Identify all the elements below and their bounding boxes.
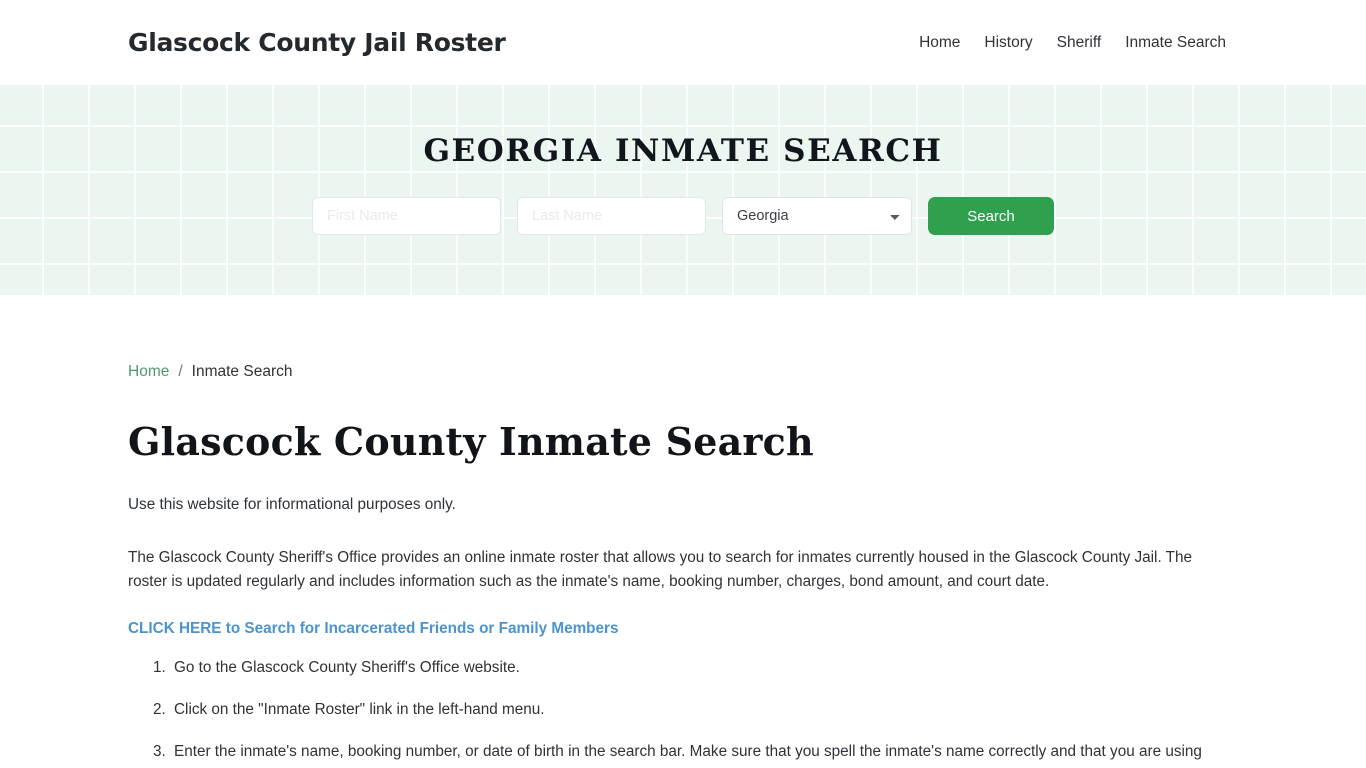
site-brand-title[interactable]: Glascock County Jail Roster [128,28,506,57]
description-paragraph: The Glascock County Sheriff's Office pro… [128,549,1193,590]
intro-paragraph: Use this website for informational purpo… [128,496,456,513]
breadcrumb-item-current: Inmate Search [191,363,293,380]
first-name-input[interactable] [312,197,501,235]
search-button[interactable]: Search [928,197,1054,235]
list-item: Enter the inmate's name, booking number,… [170,740,1218,768]
nav-item-history[interactable]: History [972,28,1044,58]
breadcrumb-separator: / [178,363,183,380]
hero-title: GEORGIA INMATE SEARCH [423,133,943,169]
nav-item-sheriff[interactable]: Sheriff [1045,28,1114,58]
state-select[interactable]: Georgia [722,197,912,235]
list-item: Go to the Glascock County Sheriff's Offi… [170,656,1218,680]
main-navigation: Home History Sheriff Inmate Search [907,28,1238,58]
page-title: Glascock County Inmate Search [128,419,814,464]
instruction-steps-list: Go to the Glascock County Sheriff's Offi… [128,656,1218,768]
inmate-search-form: Georgia Search [312,197,1054,235]
main-content: Home / Inmate Search Glascock County Inm… [0,363,1366,768]
nav-item-home[interactable]: Home [907,28,972,58]
nav-item-inmate-search[interactable]: Inmate Search [1113,28,1238,58]
last-name-input[interactable] [517,197,706,235]
breadcrumb: Home / Inmate Search [128,363,1238,381]
list-item: Click on the "Inmate Roster" link in the… [170,698,1218,722]
cta-search-link[interactable]: CLICK HERE to Search for Incarcerated Fr… [128,620,619,638]
breadcrumb-item-home[interactable]: Home [128,363,169,381]
site-header: Glascock County Jail Roster Home History… [0,0,1366,85]
hero-search-banner: GEORGIA INMATE SEARCH Georgia Search [0,85,1366,295]
